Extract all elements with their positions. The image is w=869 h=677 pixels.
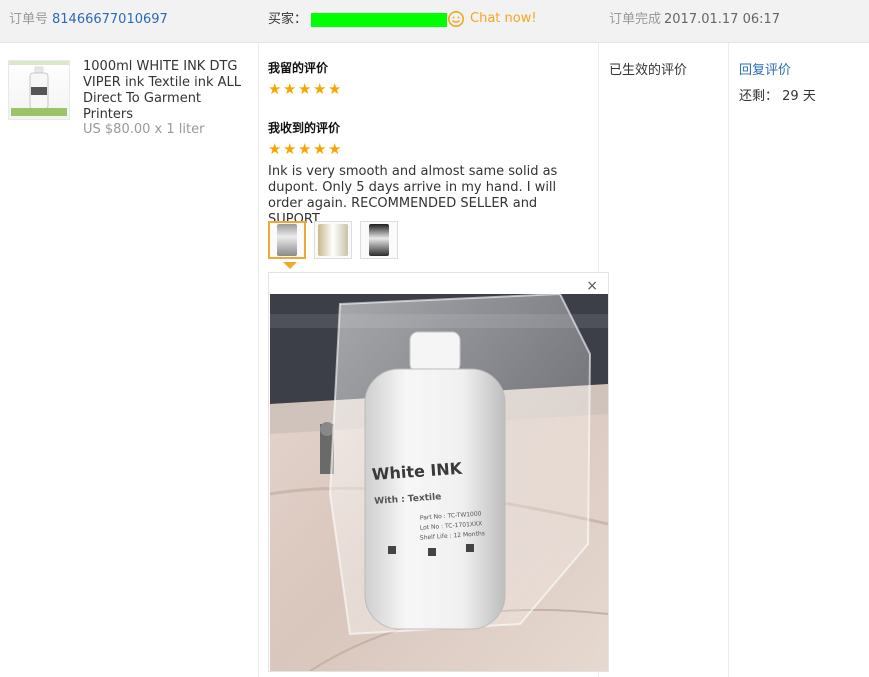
product-price: US $80.00 x 1 liter	[83, 122, 205, 137]
order-completed-time: 2017.01.17 06:17	[664, 12, 781, 27]
review-photo-thumb-1[interactable]	[268, 221, 306, 259]
star-icon: ★	[298, 140, 312, 158]
remaining-label: 还剩：	[739, 89, 779, 104]
remaining-value: 29 天	[782, 89, 816, 104]
star-icon: ★	[298, 80, 312, 98]
star-icon: ★	[328, 80, 342, 98]
order-number-label: 订单号	[9, 12, 49, 27]
review-photo-thumb-3[interactable]	[360, 221, 398, 259]
star-icon: ★	[328, 140, 342, 158]
review-photo-thumb-2[interactable]	[314, 221, 352, 259]
order-status-label: 订单完成	[609, 12, 662, 27]
product-title-link[interactable]: 1000ml WHITE INK DTG VIPER ink Textile i…	[83, 59, 253, 123]
review-photo-large: White INK With : Textile Part No : TC-TW…	[270, 294, 608, 671]
star-icon: ★	[268, 140, 282, 158]
buyer-name-redacted	[311, 13, 447, 27]
chat-now-link[interactable]: Chat now!	[470, 11, 537, 26]
white-ink-bottle-photo: White INK With : Textile Part No : TC-TW…	[270, 294, 608, 671]
review-photo-thumbnails	[268, 221, 398, 259]
column-divider	[728, 43, 729, 677]
ink-bottle-image	[9, 61, 69, 116]
order-header: 订单号 81466677010697 买家： Chat now! 订单完成 20…	[0, 0, 869, 43]
star-icon: ★	[313, 140, 327, 158]
product-thumbnail[interactable]	[8, 60, 70, 120]
star-icon: ★	[283, 80, 297, 98]
effective-review-status: 已生效的评价	[609, 63, 688, 78]
buyer-label: 买家：	[268, 12, 308, 27]
review-comment: Ink is very smooth and almost same solid…	[268, 164, 558, 227]
photo-preview-panel: × White INK With: Textile Part No: TC-…	[268, 272, 609, 672]
my-review-label: 我留的评价	[268, 61, 329, 75]
column-divider	[258, 43, 259, 677]
my-review-stars: ★ ★ ★ ★ ★	[268, 82, 342, 98]
chat-smiley-icon[interactable]	[447, 10, 465, 28]
close-icon[interactable]: ×	[586, 279, 598, 293]
active-thumb-pointer	[283, 262, 297, 269]
star-icon: ★	[268, 80, 282, 98]
star-icon: ★	[283, 140, 297, 158]
reply-review-link[interactable]: 回复评价	[739, 59, 791, 78]
star-icon: ★	[313, 80, 327, 98]
remaining-time: 还剩： 29 天	[739, 85, 816, 104]
received-review-label: 我收到的评价	[268, 121, 341, 135]
received-review-stars: ★ ★ ★ ★ ★	[268, 142, 342, 158]
order-number-link[interactable]: 81466677010697	[52, 11, 168, 29]
